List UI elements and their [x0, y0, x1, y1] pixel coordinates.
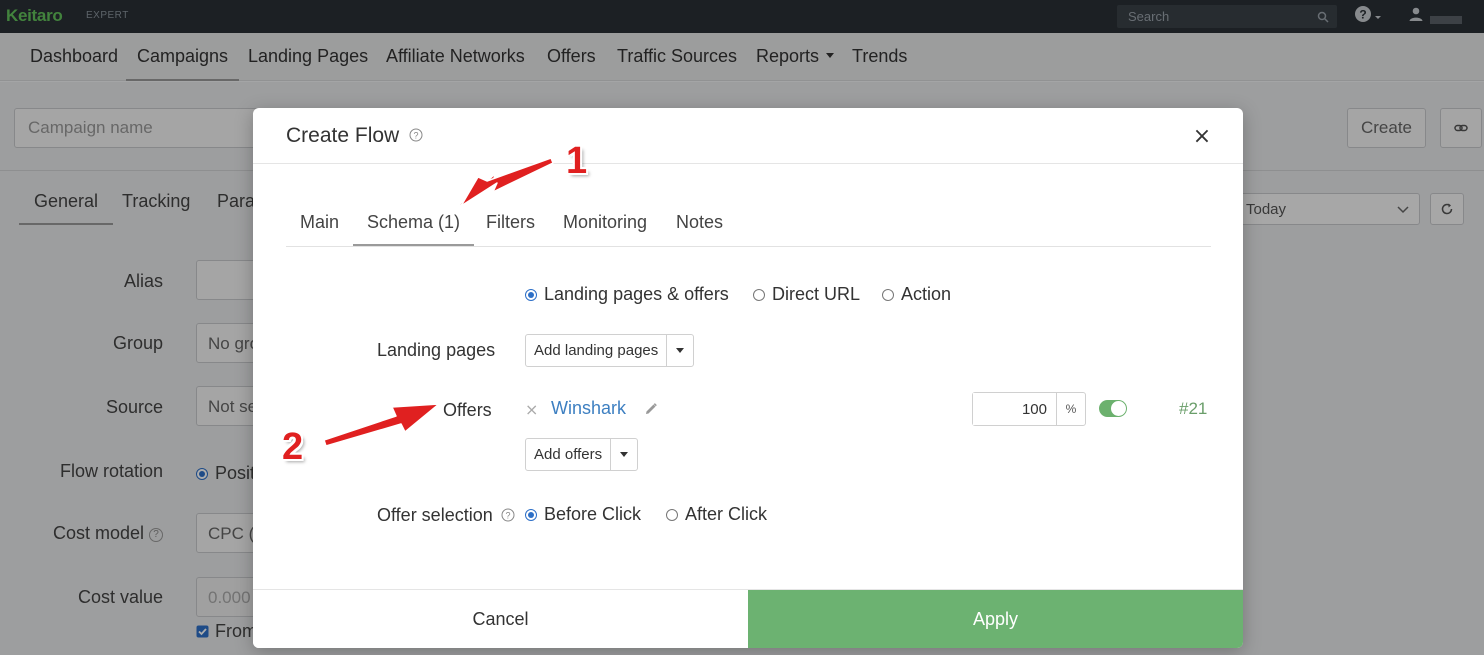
offer-selection-before-click[interactable]: Before Click — [525, 504, 641, 525]
after-click-label: After Click — [685, 504, 768, 524]
offers-label: Offers — [443, 400, 492, 420]
tab-monitoring[interactable]: Monitoring — [563, 212, 647, 233]
add-landing-pages-button[interactable]: Add landing pages — [526, 335, 668, 366]
apply-button[interactable]: Apply — [748, 590, 1243, 648]
add-landing-pages-dropdown[interactable]: Add landing pages — [525, 334, 695, 367]
annotation-step-1: 1 — [566, 140, 588, 182]
offer-enabled-toggle[interactable] — [1099, 400, 1127, 417]
before-click-label: Before Click — [544, 504, 642, 524]
schema-radio-direct-url[interactable] — [753, 288, 765, 301]
caret-down-icon[interactable] — [611, 439, 637, 470]
offer-weight[interactable]: % — [972, 392, 1086, 426]
schema-option-action[interactable]: Action — [882, 284, 951, 305]
schema-option-direct-url[interactable]: Direct URL — [753, 284, 860, 305]
caret-down-icon[interactable] — [667, 335, 693, 366]
svg-text:?: ? — [505, 511, 510, 521]
help-icon[interactable]: ? — [409, 128, 423, 147]
offer-link[interactable]: Winshark — [551, 398, 626, 419]
schema-radio-landings-offers[interactable] — [525, 288, 537, 301]
modal-title: Create Flow — [286, 124, 400, 147]
schema-option-label: Direct URL — [772, 284, 861, 304]
offer-selection-label: Offer selection ? — [377, 505, 515, 526]
schema-option-label: Action — [901, 284, 952, 304]
offer-selection-after-click[interactable]: After Click — [666, 504, 767, 525]
offer-selection-label-text: Offer selection — [377, 505, 493, 525]
add-offers-button[interactable]: Add offers — [526, 439, 612, 470]
offer-id: #21 — [1179, 399, 1208, 418]
before-click-radio[interactable] — [525, 508, 537, 521]
help-icon[interactable]: ? — [501, 508, 515, 522]
cancel-button[interactable]: Cancel — [253, 590, 748, 648]
tab-filters[interactable]: Filters — [486, 212, 535, 233]
percent-label: % — [1065, 402, 1077, 416]
add-offers-dropdown[interactable]: Add offers — [525, 438, 639, 471]
schema-option-label: Landing pages & offers — [544, 284, 729, 304]
svg-text:?: ? — [413, 131, 418, 141]
tab-main[interactable]: Main — [300, 212, 339, 233]
tabs-divider — [286, 246, 1211, 247]
remove-offer-icon[interactable]: × — [525, 400, 538, 419]
offer-weight-input[interactable] — [973, 393, 1057, 425]
tab-schema[interactable]: Schema (1) — [352, 212, 475, 246]
modal-header: Create Flow ? × — [253, 108, 1243, 164]
annotation-step-2: 2 — [282, 426, 304, 468]
schema-radio-action[interactable] — [882, 288, 894, 301]
schema-option-landings-offers[interactable]: Landing pages & offers — [525, 284, 729, 305]
close-icon[interactable]: × — [1191, 126, 1213, 148]
after-click-radio[interactable] — [666, 508, 678, 521]
modal-footer: Cancel Apply — [253, 589, 1243, 648]
tab-notes[interactable]: Notes — [676, 212, 723, 233]
landing-pages-label: Landing pages — [377, 340, 496, 360]
edit-icon[interactable] — [644, 402, 658, 421]
create-flow-modal: Create Flow ? × Main Schema (1) Filters … — [253, 108, 1243, 648]
